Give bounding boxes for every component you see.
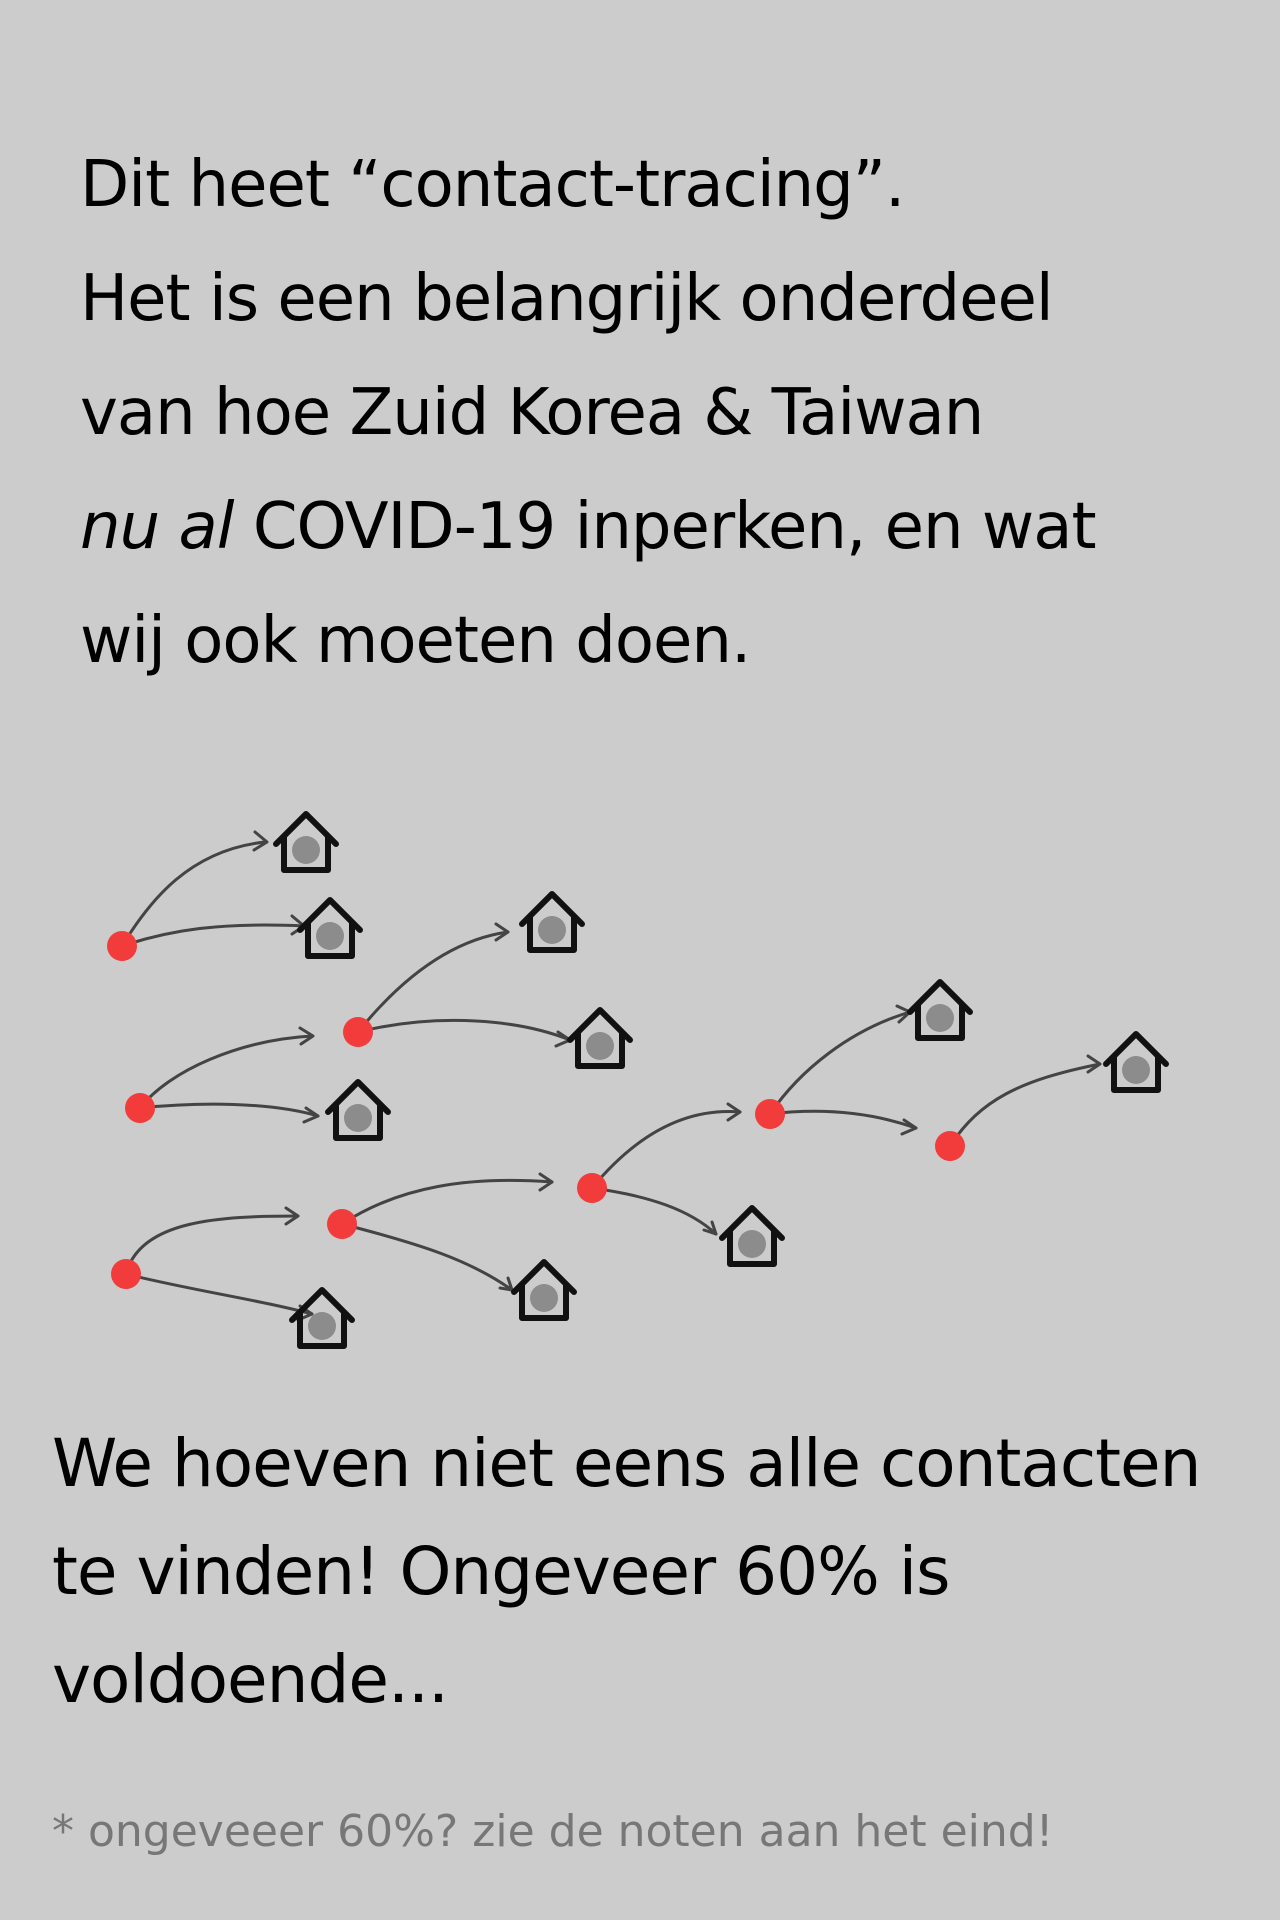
house-icon [522,894,582,950]
house-icon [514,1262,574,1318]
infected-dot-icon [343,1017,373,1047]
conclusion-line-3: voldoende... [52,1641,449,1718]
house-icon [722,1208,782,1264]
intro-line-4-italic: nu al [80,490,234,564]
intro-line-5: wij ook moeten doen. [80,604,751,678]
infected-dot-icon [125,1093,155,1123]
arrow [948,1062,1102,1148]
arrow [356,1018,572,1042]
footnote: * ongeveeer 60%? zie de noten aan het ei… [52,1806,1054,1857]
intro-line-3: van hoe Zuid Korea & Taiwan [80,376,984,450]
house-icon [276,814,336,870]
infected-dot-icon [935,1131,965,1161]
house-icon [1106,1034,1166,1090]
arrow [124,1272,314,1316]
conclusion-text: We hoeven niet eens alle contacten te vi… [52,1410,1252,1734]
houses [276,814,1166,1346]
arrows [120,830,1102,1322]
house-icon [570,1010,630,1066]
intro-line-2: Het is een belangrijk onderdeel [80,262,1054,336]
intro-line-1: Dit heet “contact-tracing”. [80,148,905,222]
arrow [590,1186,718,1236]
house-icon [328,1082,388,1138]
arrow [340,1222,514,1292]
intro-line-4: nu al COVID-19 inperken, en wat [80,470,1220,584]
house-icon [292,1290,352,1346]
infected-dot-icon [755,1099,785,1129]
arrow [356,930,510,1034]
arrow [252,830,269,852]
conclusion-line-2: te vinden! Ongeveer 60% is [52,1533,951,1610]
arrow [768,1109,918,1130]
house-icon [910,982,970,1038]
infected-dot-icon [577,1173,607,1203]
infected-dot-icon [327,1209,357,1239]
arrow [590,1110,742,1190]
infected-dot-icon [111,1259,141,1289]
arrow [120,923,307,948]
arrow [138,1102,320,1118]
house-icon [300,900,360,956]
arrow [340,1178,554,1226]
infected-dot-icon [107,931,137,961]
contact-tracing-diagram [107,780,1280,1380]
conclusion-line-1: We hoeven niet eens alle contacten [52,1425,1201,1502]
arrow [138,1034,314,1110]
arrow [768,1010,912,1116]
arrow [124,1214,300,1276]
infected-people [107,931,965,1289]
intro-text: Dit heet “contact-tracing”. Het is een b… [80,128,1220,698]
intro-line-4-rest: COVID-19 inperken, en wat [252,490,1097,564]
